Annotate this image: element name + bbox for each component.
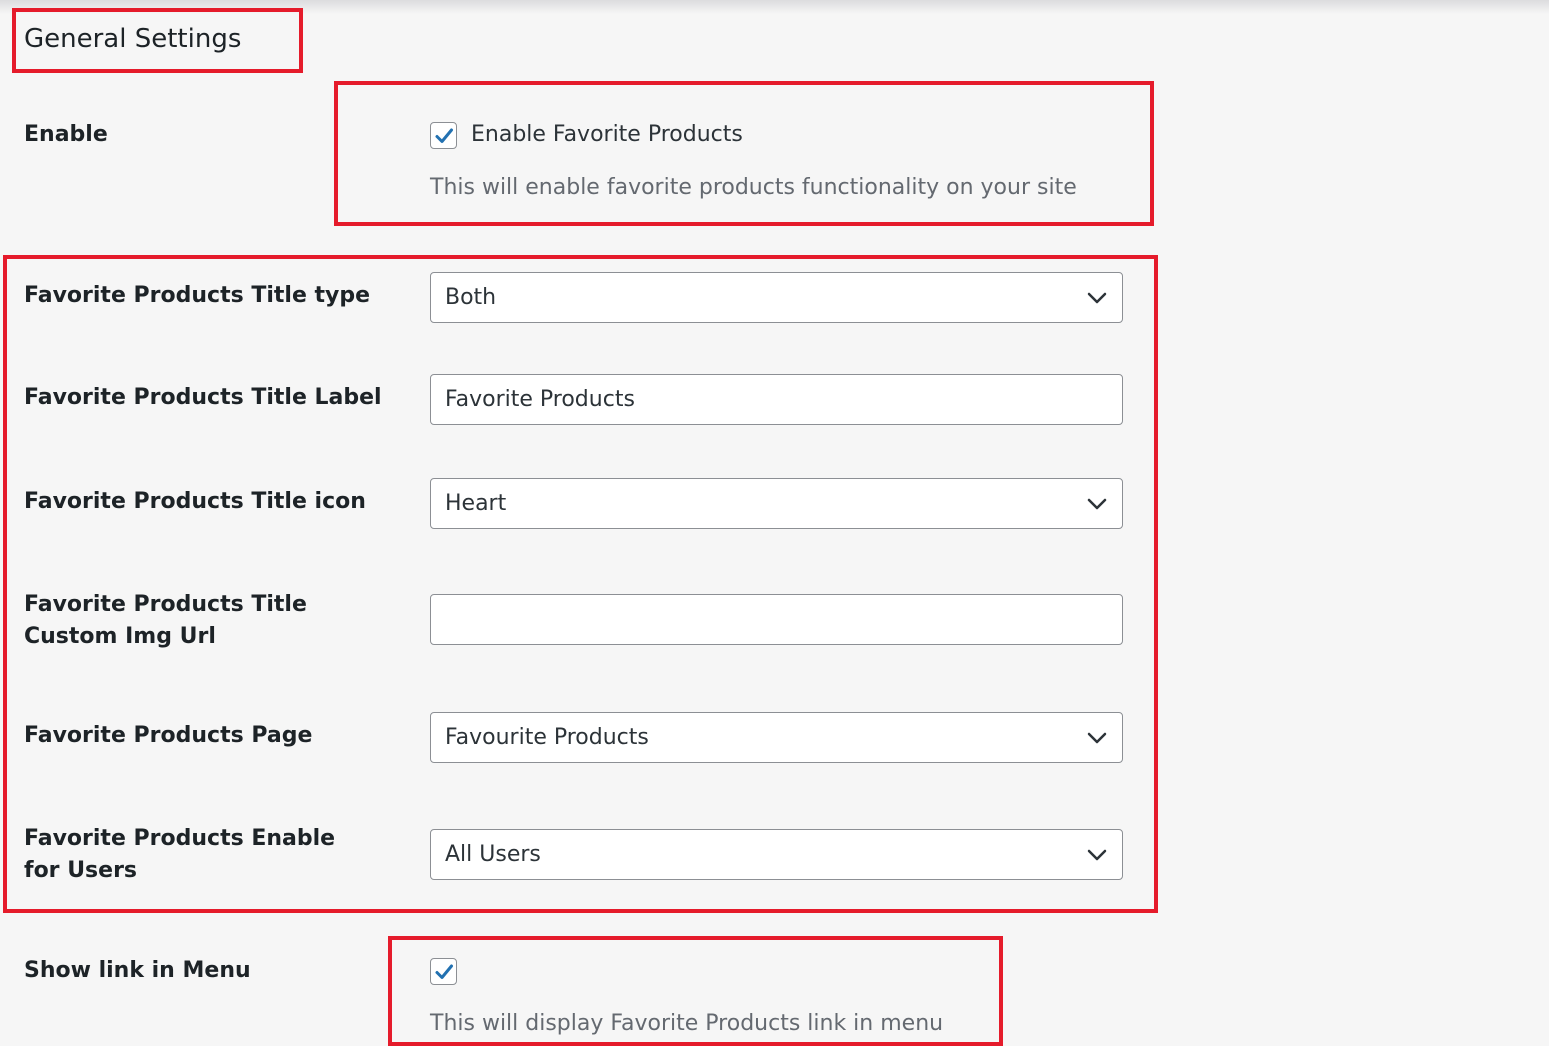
checkmark-icon [435, 964, 453, 979]
custom-img-label: Favorite Products Title Custom Img Url [24, 592, 307, 649]
highlight-enable [334, 81, 1154, 226]
checkmark-icon [435, 128, 453, 143]
highlight-fields [3, 255, 1158, 913]
enable-checkbox[interactable] [430, 122, 457, 149]
page-title: General Settings [24, 24, 242, 54]
show-link-checkbox[interactable] [430, 958, 457, 985]
title-icon-value: Heart [445, 491, 507, 516]
products-page-label: Favorite Products Page [24, 723, 313, 748]
title-icon-select[interactable]: Heart [430, 478, 1123, 529]
enable-checkbox-label[interactable]: Enable Favorite Products [471, 122, 743, 147]
enable-for-users-label: Favorite Products Enable for Users [24, 826, 336, 883]
products-page-select[interactable]: Favourite Products [430, 712, 1123, 763]
enable-label: Enable [24, 122, 108, 147]
enable-description: This will enable favorite products funct… [430, 175, 1077, 200]
enable-for-users-value: All Users [445, 842, 541, 867]
title-label-input[interactable]: Favorite Products [430, 374, 1123, 425]
chevron-down-icon [1087, 498, 1107, 509]
chevron-down-icon [1087, 292, 1107, 303]
title-label-label: Favorite Products Title Label [24, 385, 382, 410]
custom-img-input[interactable] [430, 594, 1123, 645]
title-label-value: Favorite Products [445, 387, 635, 412]
chevron-down-icon [1087, 732, 1107, 743]
products-page-value: Favourite Products [445, 725, 649, 750]
enable-for-users-select[interactable]: All Users [430, 829, 1123, 880]
show-link-description: This will display Favorite Products link… [430, 1011, 944, 1036]
chevron-down-icon [1087, 849, 1107, 860]
title-type-select[interactable]: Both [430, 272, 1123, 323]
title-type-label: Favorite Products Title type [24, 283, 371, 308]
title-type-value: Both [445, 285, 497, 310]
title-icon-label: Favorite Products Title icon [24, 489, 366, 514]
show-link-label: Show link in Menu [24, 958, 251, 983]
